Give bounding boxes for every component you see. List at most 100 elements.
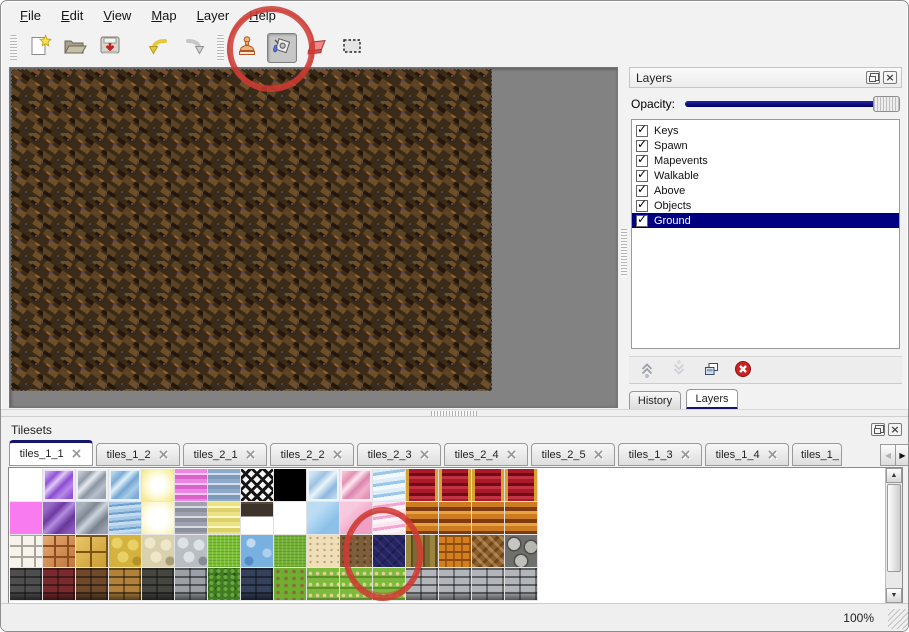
menu-layer[interactable]: Layer [188, 5, 239, 26]
tile-brick-dark[interactable] [10, 568, 43, 601]
vertical-splitter-grip[interactable] [621, 229, 627, 277]
toolbar-drag-handle[interactable] [10, 35, 17, 61]
tile-cobble-beige[interactable] [142, 535, 175, 568]
menu-view[interactable]: View [94, 5, 140, 26]
tileset-tab-tiles_1_3[interactable]: tiles_1_3 [618, 443, 702, 466]
tile-stripes-blue[interactable] [208, 469, 241, 502]
tab-close-icon[interactable] [680, 448, 692, 462]
tileset-tab-tiles_1_1[interactable]: tiles_1_1 [9, 440, 93, 466]
layer-row-keys[interactable]: Keys [632, 123, 899, 138]
tile-curtain-red[interactable] [406, 469, 439, 502]
menu-file[interactable]: File [11, 5, 50, 26]
tile-magenta[interactable] [10, 502, 43, 535]
tileset-tab-tiles_2_3[interactable]: tiles_2_3 [357, 443, 441, 466]
map-view[interactable] [9, 67, 618, 408]
tile-stripes-orange[interactable] [406, 502, 439, 535]
tile-lightblue[interactable] [307, 502, 340, 535]
float-panel-icon[interactable] [866, 71, 880, 84]
tile-water-tex[interactable] [241, 535, 274, 568]
tile-grass-path[interactable] [274, 568, 307, 601]
layer-visibility-checkbox[interactable] [636, 140, 648, 152]
float-panel-icon[interactable] [871, 423, 885, 436]
delete-layer-button[interactable] [733, 360, 753, 380]
tile-water-small[interactable] [109, 502, 142, 535]
layer-visibility-checkbox[interactable] [636, 200, 648, 212]
scrollbar-thumb[interactable] [887, 484, 901, 572]
layer-row-mapevents[interactable]: Mapevents [632, 153, 899, 168]
scroll-up-icon[interactable]: ▲ [886, 468, 902, 483]
tile-stripes-pink[interactable] [175, 469, 208, 502]
tileset-grid[interactable] [10, 469, 538, 601]
tab-close-icon[interactable] [158, 448, 170, 462]
stamp-button[interactable] [232, 33, 262, 63]
scroll-tabs-left-icon[interactable]: ◀ [880, 444, 895, 466]
tile-brick-light[interactable] [472, 568, 505, 601]
move-up-layer-button[interactable] [637, 360, 657, 380]
opacity-slider[interactable] [683, 96, 900, 112]
undo-button[interactable] [144, 33, 174, 63]
tile-stripes-gray[interactable] [175, 502, 208, 535]
tile-brick-gold[interactable] [109, 568, 142, 601]
menu-edit[interactable]: Edit [52, 5, 92, 26]
tab-close-icon[interactable] [593, 448, 605, 462]
tile-tiles-gold[interactable] [76, 535, 109, 568]
tab-close-icon[interactable] [245, 448, 257, 462]
tile-dirt[interactable] [340, 535, 373, 568]
scroll-tabs-right-icon[interactable]: ▶ [895, 444, 909, 466]
redo-button[interactable] [179, 33, 209, 63]
tile-pink[interactable] [340, 502, 373, 535]
tile-brick-brown[interactable] [76, 568, 109, 601]
close-panel-icon[interactable] [883, 71, 897, 84]
tile-weave-orange[interactable] [439, 535, 472, 568]
tile-waves-pink[interactable] [373, 502, 406, 535]
tile-planks[interactable] [406, 535, 439, 568]
horizontal-splitter[interactable] [1, 409, 909, 417]
fill-button[interactable] [267, 33, 297, 63]
tile-grass-rows[interactable] [340, 568, 373, 601]
tile-brick-light[interactable] [439, 568, 472, 601]
tile-sand[interactable] [307, 535, 340, 568]
layer-visibility-checkbox[interactable] [636, 155, 648, 167]
layer-row-ground[interactable]: Ground [632, 213, 899, 228]
tab-close-icon[interactable] [332, 448, 344, 462]
tile-grass-rows[interactable] [373, 568, 406, 601]
toolbar-drag-handle[interactable] [217, 35, 224, 61]
save-import-button[interactable] [95, 33, 125, 63]
tab-history[interactable]: History [629, 391, 681, 410]
tile-stripes-orange[interactable] [505, 502, 538, 535]
tile-stone-white[interactable] [10, 535, 43, 568]
menu-help[interactable]: Help [240, 5, 285, 26]
layer-row-objects[interactable]: Objects [632, 198, 899, 213]
tile-curtain-red[interactable] [439, 469, 472, 502]
tile-plaque[interactable] [241, 502, 274, 535]
opacity-slider-track[interactable] [685, 101, 898, 107]
tab-close-icon[interactable] [506, 448, 518, 462]
tile-white[interactable] [274, 502, 307, 535]
tileset-tab-tiles_2_2[interactable]: tiles_2_2 [270, 443, 354, 466]
tile-stripes-orange[interactable] [439, 502, 472, 535]
tile-glass-purple2[interactable] [43, 502, 76, 535]
layer-visibility-checkbox[interactable] [636, 170, 648, 182]
tile-curtain-red[interactable] [472, 469, 505, 502]
layer-visibility-checkbox[interactable] [636, 215, 648, 227]
close-panel-icon[interactable] [888, 423, 902, 436]
tile-glass-gray[interactable] [76, 469, 109, 502]
tile-glass-pink[interactable] [340, 469, 373, 502]
tileset-tab-tiles_2_5[interactable]: tiles_2_5 [531, 443, 615, 466]
tile-grass-bright[interactable] [208, 535, 241, 568]
tile-glow-yellow[interactable] [142, 469, 175, 502]
tileset-tab-tiles_1_2[interactable]: tiles_1_2 [96, 443, 180, 466]
tile-hedge[interactable] [208, 568, 241, 601]
tile-lattice[interactable] [241, 469, 274, 502]
menu-map[interactable]: Map [142, 5, 185, 26]
tab-close-icon[interactable] [767, 448, 779, 462]
tile-wall-cobble[interactable] [142, 568, 175, 601]
tile-stone-orange[interactable] [43, 535, 76, 568]
tile-glass-blue2[interactable] [307, 469, 340, 502]
tile-black[interactable] [274, 469, 307, 502]
tile-brick-gray[interactable] [175, 568, 208, 601]
tile-waves-blue[interactable] [373, 469, 406, 502]
tileset-scrollbar[interactable]: ▲ ▼ [885, 468, 902, 603]
tileset-tab-tiles_2_1[interactable]: tiles_2_1 [183, 443, 267, 466]
tileset-tab-tiles_1[interactable]: tiles_1_ [792, 443, 842, 466]
